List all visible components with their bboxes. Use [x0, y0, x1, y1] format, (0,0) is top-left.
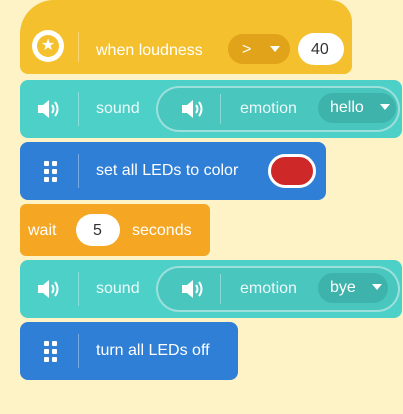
set-leds-label: set all LEDs to color: [96, 162, 239, 179]
chevron-down-icon: [270, 46, 280, 52]
wait-block[interactable]: wait 5 seconds: [20, 204, 210, 256]
grid-icon: [44, 341, 64, 362]
event-badge: ★: [32, 30, 64, 62]
emotion-reporter[interactable]: emotion hello: [156, 86, 400, 132]
block-divider: [78, 92, 79, 126]
sound-bye-block[interactable]: sound emotion bye: [20, 260, 402, 318]
turn-leds-off-block[interactable]: turn all LEDs off: [20, 322, 238, 380]
star-icon: ★: [37, 35, 59, 57]
wait-seconds-value: 5: [93, 222, 102, 239]
loudness-value-input[interactable]: 40: [298, 33, 344, 65]
sound-label: sound: [96, 280, 140, 297]
emotion-label: emotion: [240, 280, 297, 297]
block-divider: [78, 334, 79, 368]
speaker-icon: [38, 280, 59, 298]
operator-value: >: [242, 41, 252, 58]
block-divider: [78, 154, 79, 188]
speaker-icon: [38, 100, 59, 118]
color-swatch[interactable]: [268, 154, 316, 188]
seconds-label: seconds: [132, 222, 192, 239]
emotion-value: bye: [330, 279, 356, 296]
when-loudness-block[interactable]: ★ when loudness > 40: [20, 0, 352, 74]
emotion-dropdown[interactable]: bye: [318, 273, 388, 303]
block-divider: [220, 94, 221, 124]
emotion-dropdown[interactable]: hello: [318, 93, 396, 123]
emotion-value: hello: [330, 99, 364, 116]
sound-hello-block[interactable]: sound emotion hello: [20, 80, 402, 138]
wait-label: wait: [28, 222, 57, 239]
sound-label: sound: [96, 100, 140, 117]
emotion-reporter[interactable]: emotion bye: [156, 266, 400, 312]
emotion-label: emotion: [240, 100, 297, 117]
when-loudness-label: when loudness: [96, 42, 203, 59]
block-divider: [220, 274, 221, 304]
turn-leds-off-label: turn all LEDs off: [96, 342, 210, 359]
grid-icon: [44, 161, 64, 182]
set-leds-color-block[interactable]: set all LEDs to color: [20, 142, 326, 200]
block-divider: [78, 272, 79, 306]
block-divider: [78, 32, 79, 62]
chevron-down-icon: [380, 104, 390, 110]
wait-seconds-input[interactable]: 5: [76, 214, 120, 246]
operator-dropdown[interactable]: >: [228, 34, 290, 64]
chevron-down-icon: [372, 284, 382, 290]
speaker-icon: [182, 100, 203, 118]
loudness-value: 40: [311, 41, 329, 58]
speaker-icon: [182, 280, 203, 298]
